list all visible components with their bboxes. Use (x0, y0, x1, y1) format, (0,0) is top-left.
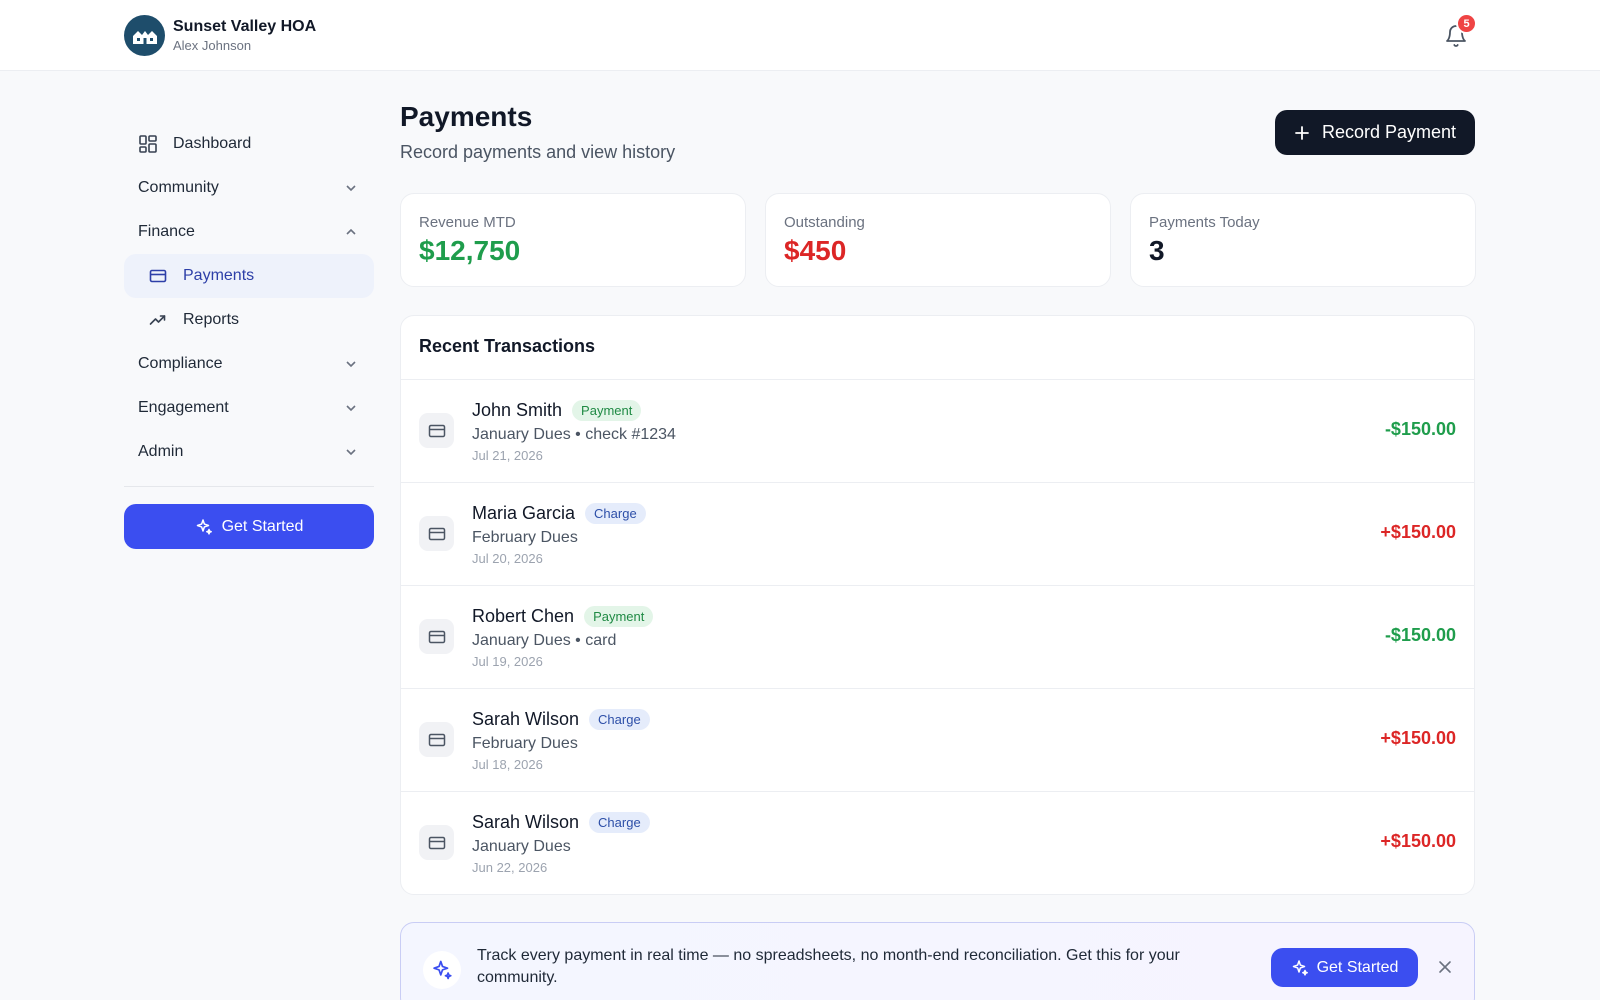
transaction-name: Sarah Wilson (472, 812, 580, 832)
transactions-title: Recent Transactions (401, 316, 1474, 380)
sidebar-item-label: Admin (138, 443, 184, 460)
page-header: Payments Record payments and view histor… (400, 100, 675, 163)
promo-get-started-button[interactable]: Get Started (1271, 948, 1418, 987)
get-started-button[interactable]: Get Started (124, 504, 374, 549)
brand[interactable]: Sunset Valley HOA Alex Johnson (124, 15, 316, 56)
transaction-date: Jul 21, 2026 (472, 448, 543, 463)
plus-icon (1295, 125, 1309, 140)
sidebar-group-admin[interactable]: Admin (124, 430, 374, 474)
stat-label: Revenue MTD (419, 214, 516, 231)
sidebar-group-compliance[interactable]: Compliance (124, 342, 374, 386)
transaction-amount: -$150.00 (1384, 419, 1456, 439)
transaction-amount: -$150.00 (1384, 625, 1456, 645)
transaction-row[interactable]: Maria Garcia Charge February Dues Jul 20… (401, 483, 1474, 586)
sidebar-divider (124, 486, 374, 487)
transaction-type-badge: Charge (585, 503, 646, 524)
top-bar: Sunset Valley HOA Alex Johnson 5 (0, 0, 1600, 71)
stat-label: Payments Today (1149, 214, 1260, 231)
stat-value: $12,750 (419, 235, 521, 266)
promo-text: Track every payment in real time — no sp… (477, 947, 1180, 986)
sidebar-item-label: Payments (183, 267, 255, 284)
transaction-name: John Smith (472, 400, 563, 420)
chevron-down-icon (346, 449, 356, 456)
chevron-down-icon (346, 405, 356, 412)
transaction-description: January Dues • card (472, 632, 617, 649)
promo-button-label: Get Started (1316, 958, 1399, 976)
transaction-amount: +$150.00 (1380, 831, 1456, 851)
sparkles-icon (1292, 959, 1308, 976)
dashboard-icon (138, 134, 158, 154)
sidebar-group-engagement[interactable]: Engagement (124, 386, 374, 430)
stat-value: 3 (1149, 235, 1165, 266)
stats-row: Revenue MTD $12,750 Outstanding $450 Pay… (400, 193, 1476, 287)
stat-label: Outstanding (784, 214, 865, 231)
transaction-date: Jul 19, 2026 (472, 654, 543, 669)
sparkles-icon (196, 518, 212, 535)
chevron-down-icon (346, 361, 356, 368)
transaction-description: February Dues (472, 735, 578, 752)
sparkles-icon (423, 951, 461, 989)
hoa-name: Sunset Valley HOA (173, 18, 317, 35)
stat-value: $450 (784, 235, 847, 266)
transaction-row[interactable]: John Smith Payment January Dues • check … (401, 380, 1474, 483)
sidebar-item-label: Dashboard (173, 135, 252, 152)
transaction-row[interactable]: Sarah Wilson Charge January Dues Jun 22,… (401, 792, 1474, 894)
transaction-name: Sarah Wilson (472, 709, 580, 729)
promo-banner: Track every payment in real time — no sp… (400, 922, 1475, 1000)
transaction-description: January Dues (472, 838, 571, 855)
stat-card-payments-today: Payments Today 3 (1130, 193, 1476, 287)
transaction-date: Jul 18, 2026 (472, 757, 543, 772)
stat-card-revenue: Revenue MTD $12,750 (400, 193, 746, 287)
sidebar-group-community[interactable]: Community (124, 166, 374, 210)
transaction-amount: +$150.00 (1380, 728, 1456, 748)
page-title: Payments (400, 101, 533, 132)
transaction-date: Jul 20, 2026 (472, 551, 543, 566)
notification-badge: 5 (1456, 13, 1477, 34)
transaction-description: January Dues • check #1234 (472, 426, 676, 443)
sidebar-item-label: Reports (183, 311, 240, 328)
sidebar-item-label: Compliance (138, 355, 223, 372)
transaction-amount: +$150.00 (1380, 522, 1456, 542)
transaction-type-badge: Charge (589, 812, 650, 833)
transaction-description: February Dues (472, 529, 578, 546)
sidebar-item-reports[interactable]: Reports (124, 298, 374, 342)
transaction-name: Robert Chen (472, 606, 575, 626)
sidebar-item-label: Finance (138, 223, 195, 240)
stat-card-outstanding: Outstanding $450 (765, 193, 1111, 287)
close-icon[interactable] (1437, 959, 1453, 975)
sidebar-item-dashboard[interactable]: Dashboard (124, 122, 374, 166)
sidebar-item-label: Community (138, 179, 219, 196)
transaction-type-badge: Payment (572, 400, 642, 421)
credit-card-icon (419, 516, 454, 551)
transaction-row[interactable]: Sarah Wilson Charge February Dues Jul 18… (401, 689, 1474, 792)
sidebar-item-payments[interactable]: Payments (124, 254, 374, 298)
transaction-date: Jun 22, 2026 (472, 860, 548, 875)
chevron-down-icon (346, 185, 356, 192)
chevron-up-icon (346, 228, 356, 235)
hoa-logo-icon (124, 15, 165, 56)
transaction-name: Maria Garcia (472, 503, 576, 523)
sidebar: Dashboard Community Finance Payments Rep… (124, 122, 374, 549)
sidebar-item-label: Engagement (138, 399, 229, 416)
credit-card-icon (419, 722, 454, 757)
transaction-type-badge: Payment (584, 606, 654, 627)
trending-up-icon (148, 310, 168, 330)
recent-transactions-card: Recent Transactions John Smith Payment J… (400, 315, 1475, 895)
get-started-label: Get Started (221, 517, 304, 535)
record-payment-button[interactable]: Record Payment (1275, 110, 1475, 155)
credit-card-icon (419, 619, 454, 654)
credit-card-icon (419, 825, 454, 860)
credit-card-icon (148, 266, 168, 286)
record-payment-label: Record Payment (1321, 122, 1457, 142)
user-name: Alex Johnson (173, 38, 252, 53)
transaction-type-badge: Charge (589, 709, 650, 730)
credit-card-icon (419, 413, 454, 448)
page-subtitle: Record payments and view history (400, 142, 676, 162)
transaction-row[interactable]: Robert Chen Payment January Dues • card … (401, 586, 1474, 689)
sidebar-group-finance[interactable]: Finance (124, 210, 374, 254)
